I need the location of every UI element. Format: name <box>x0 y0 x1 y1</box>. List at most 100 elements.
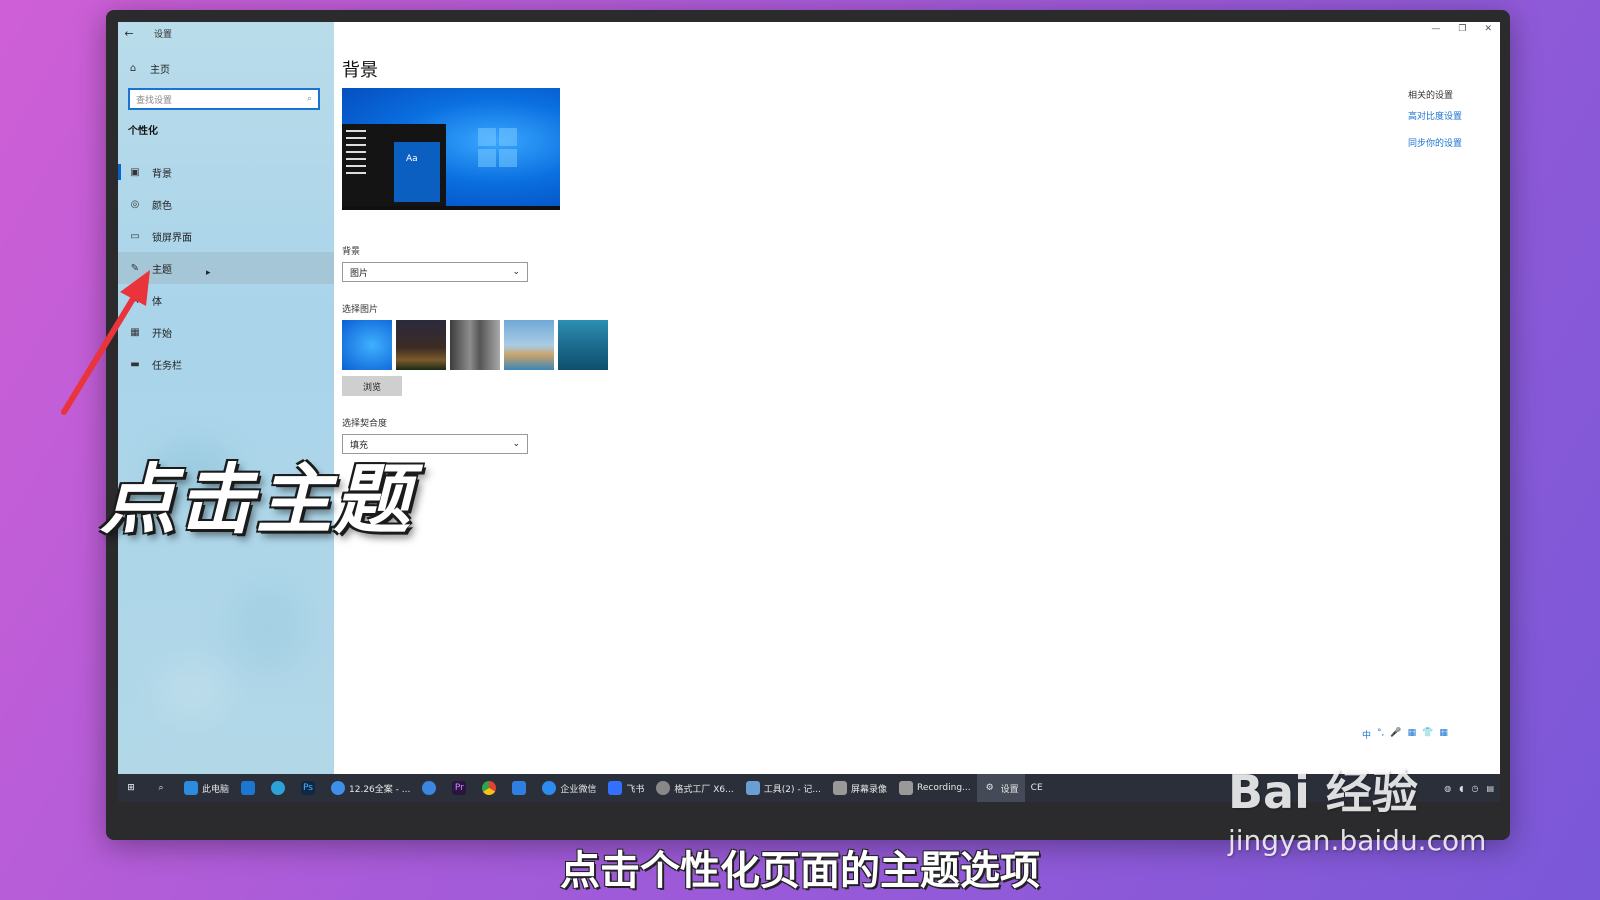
taskbar-item[interactable] <box>265 774 295 802</box>
sync-settings-link[interactable]: 同步你的设置 <box>1408 136 1462 149</box>
sidebar-item-lockscreen[interactable]: ▭ 锁屏界面 <box>118 220 334 252</box>
premiere-icon: Pr <box>452 781 467 795</box>
ime-item[interactable]: °, <box>1377 728 1384 741</box>
background-label: 背景 <box>342 247 361 257</box>
taskbar-item-label: 企业微信 <box>560 784 597 795</box>
taskbar-item-label: 飞书 <box>626 784 645 795</box>
computer-icon <box>184 781 198 795</box>
app-icon <box>422 781 437 795</box>
section-title: 个性化 <box>128 126 158 137</box>
picture-thumbnail[interactable] <box>504 320 554 370</box>
notepad-icon <box>745 781 760 795</box>
picture-icon: ▣ <box>130 166 140 178</box>
picture-thumbnail[interactable] <box>396 320 446 370</box>
video-subtitle: 点击个性化页面的主题选项 <box>560 848 1040 894</box>
ime-item[interactable]: 👕 <box>1422 728 1433 741</box>
ime-item[interactable]: ▦ <box>1408 728 1417 741</box>
photoshop-icon: Ps <box>301 781 316 795</box>
overlay-title: 点击主题 <box>100 455 412 544</box>
related-settings: 相关的设置 高对比度设置 同步你的设置 <box>1408 88 1462 163</box>
taskbar-item[interactable]: 此电脑 <box>178 774 235 802</box>
taskbar-item[interactable]: 12.26全案 - ... <box>325 774 416 802</box>
background-dropdown[interactable]: 图片 ⌄ <box>342 262 528 282</box>
taskbar-item-label: 工具(2) - 记... <box>763 784 822 795</box>
taskbar-item[interactable]: 飞书 <box>602 774 650 802</box>
taskbar-item[interactable] <box>476 774 506 802</box>
chevron-down-icon: ⌄ <box>512 267 520 277</box>
wecom-icon <box>542 781 557 795</box>
search-placeholder: 查找设置 <box>136 95 173 106</box>
app-icon <box>512 781 527 795</box>
taskbar-item[interactable]: 工具(2) - 记... <box>740 774 827 802</box>
sidebar-item-label: 锁屏界面 <box>152 232 192 244</box>
blur-blob <box>158 662 228 722</box>
mail-icon <box>241 781 256 795</box>
ime-toolbar: 中 °, 🎤 ▦ 👕 ▦ <box>1358 726 1452 743</box>
chevron-down-icon: ⌄ <box>512 439 520 449</box>
palette-icon: ◎ <box>130 198 140 210</box>
background-dropdown-value: 图片 <box>350 268 369 279</box>
main-content: 背景 Aa 背景 图片 ⌄ 选择图片 浏览 选择契合度 填充 ⌄ 相关的设置 高… <box>342 22 1500 774</box>
browser-icon <box>271 781 286 795</box>
blur-blob <box>228 582 308 672</box>
app-icon <box>331 781 346 795</box>
back-arrow-icon[interactable]: ← <box>118 27 140 40</box>
taskbar-item-label: Recording... <box>917 783 971 793</box>
ime-item[interactable]: ▦ <box>1439 728 1448 741</box>
taskbar-item[interactable]: 屏幕录像 <box>827 774 893 802</box>
watermark-main: Bai 经验 <box>1228 765 1418 819</box>
search-icon: ⌕ <box>158 783 164 793</box>
taskbar-item-label: 屏幕录像 <box>851 784 888 795</box>
taskbar-item-label: 设置 <box>1000 784 1019 795</box>
background-preview: Aa <box>342 88 560 210</box>
picture-thumbnail[interactable] <box>558 320 608 370</box>
sidebar-item-colors[interactable]: ◎ 颜色 <box>118 188 334 220</box>
windows-start-icon: ⊞ <box>127 783 135 793</box>
home-icon: ⌂ <box>129 62 137 74</box>
titlebar: ← 设置 <box>118 22 334 44</box>
taskbar-item[interactable]: Ps <box>295 774 325 802</box>
preview-start-menu: Aa <box>342 124 446 206</box>
taskbar-item[interactable] <box>506 774 536 802</box>
app-icon <box>656 781 671 795</box>
sidebar-item-label: 颜色 <box>152 200 172 212</box>
choose-picture-label: 选择图片 <box>342 305 379 315</box>
picture-thumbnail[interactable] <box>342 320 392 370</box>
taskbar-item[interactable] <box>235 774 265 802</box>
search-icon: ⌕ <box>306 94 312 104</box>
preview-taskbar <box>342 206 560 210</box>
screen: ← 设置 ⌂ 主页 查找设置 ⌕ 个性化 ▣ 背景 ◎ 颜色 ▭ 锁屏界面 ✎ … <box>118 22 1500 814</box>
taskbar-item-label: 此电脑 <box>202 784 230 795</box>
sidebar-item-home[interactable]: ⌂ 主页 <box>126 58 170 78</box>
windows-logo-icon <box>478 128 518 168</box>
lockscreen-icon: ▭ <box>130 230 140 242</box>
high-contrast-link[interactable]: 高对比度设置 <box>1408 109 1462 122</box>
page-title: 背景 <box>342 60 378 81</box>
sidebar-item-label: 背景 <box>152 168 172 180</box>
taskbar-tray-text[interactable]: CE <box>1025 774 1049 802</box>
search-input[interactable]: 查找设置 ⌕ <box>128 88 320 110</box>
sidebar-item-background[interactable]: ▣ 背景 <box>118 156 334 188</box>
mouse-cursor-icon: ▸ <box>206 268 211 278</box>
chrome-icon <box>482 781 497 795</box>
ime-item[interactable]: 中 <box>1362 728 1371 741</box>
ime-item[interactable]: 🎤 <box>1390 728 1401 741</box>
red-arrow-icon <box>61 270 150 415</box>
taskbar-item[interactable]: 企业微信 <box>536 774 602 802</box>
recorder-icon <box>833 781 848 795</box>
browse-button[interactable]: 浏览 <box>342 376 402 396</box>
taskbar-item-label: 格式工厂 X6... <box>674 784 734 795</box>
start-button[interactable]: ⊞ <box>118 774 148 802</box>
picture-thumbnail[interactable] <box>450 320 500 370</box>
taskbar-item[interactable] <box>416 774 446 802</box>
taskbar-item[interactable]: Pr <box>446 774 476 802</box>
picture-thumbnails <box>342 320 608 370</box>
taskbar-item[interactable]: 格式工厂 X6... <box>650 774 739 802</box>
taskbar-item[interactable]: Recording... <box>893 774 977 802</box>
notification-icon[interactable]: ▤ <box>1486 784 1494 793</box>
taskbar-search-button[interactable]: ⌕ <box>148 774 178 802</box>
preview-tile: Aa <box>394 142 440 202</box>
taskbar-item-settings[interactable]: ⚙ 设置 <box>976 774 1025 802</box>
fit-label: 选择契合度 <box>342 419 388 429</box>
sidebar-item-label: 主页 <box>150 64 170 76</box>
